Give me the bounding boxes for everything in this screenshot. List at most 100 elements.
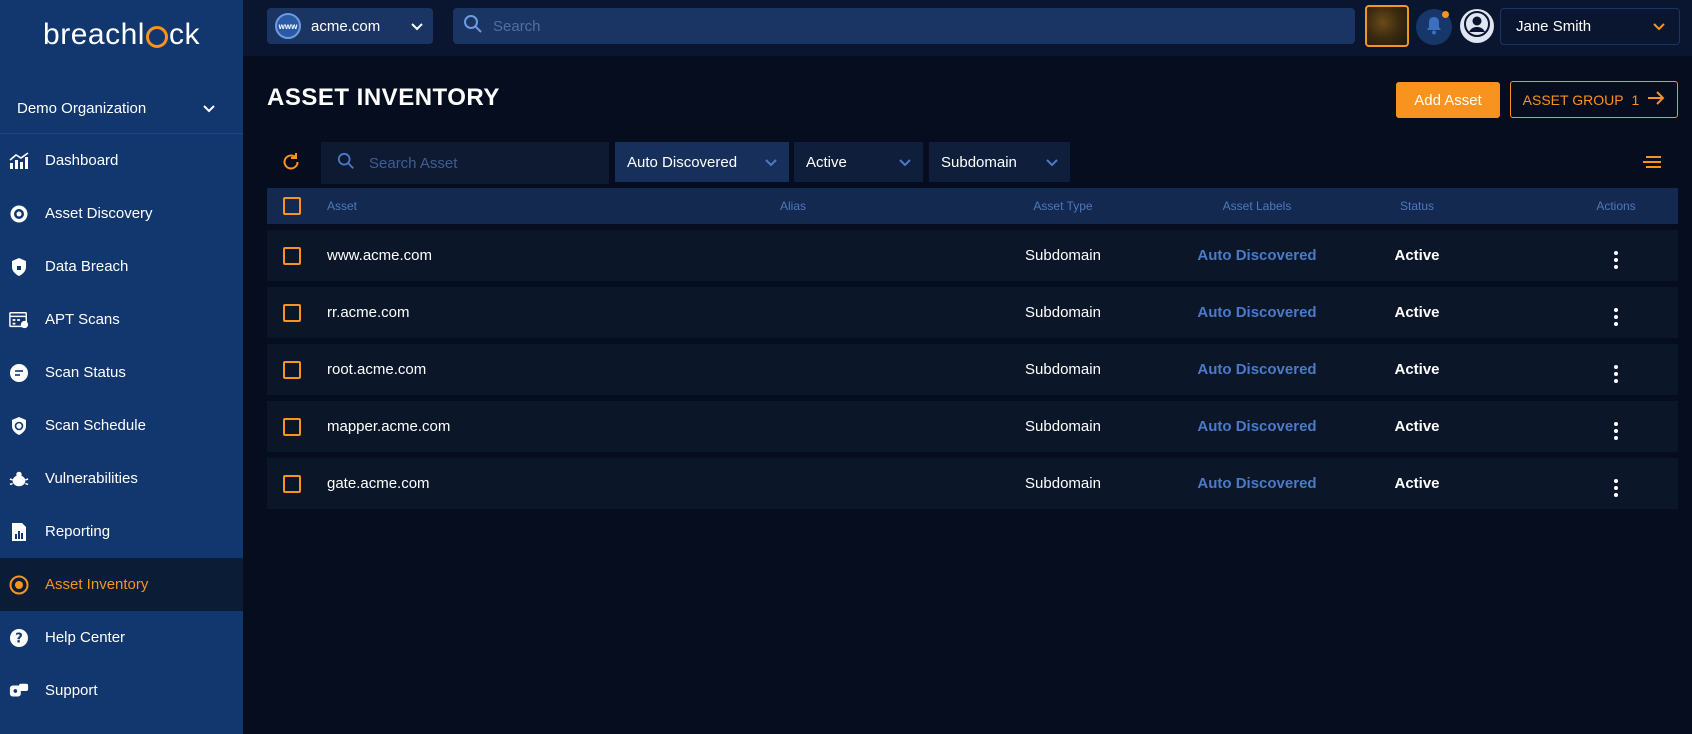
- notifications-button[interactable]: [1416, 9, 1452, 45]
- bug-icon: [9, 469, 29, 489]
- sidebar-nav: Dashboard Asset Discovery Data Breach AP…: [0, 134, 243, 717]
- refresh-icon[interactable]: [281, 152, 301, 177]
- row-checkbox[interactable]: [283, 474, 301, 493]
- inventory-icon: [9, 575, 29, 595]
- header-asset-type[interactable]: Asset Type: [987, 199, 1139, 213]
- asset-name[interactable]: rr.acme.com: [327, 304, 410, 321]
- kebab-menu-icon: [1614, 308, 1618, 326]
- scan-calendar-icon: [9, 310, 29, 330]
- table-row[interactable]: mapper.acme.com Subdomain Auto Discovere…: [267, 401, 1678, 452]
- asset-status: Active: [1394, 418, 1440, 435]
- sidebar-item-asset-inventory[interactable]: Asset Inventory: [0, 558, 243, 611]
- column-settings-icon[interactable]: [1642, 154, 1662, 175]
- header-asset[interactable]: Asset: [327, 199, 357, 213]
- user-menu[interactable]: Jane Smith: [1500, 8, 1680, 45]
- asset-label[interactable]: Auto Discovered: [1167, 475, 1347, 492]
- sidebar-item-apt-scans[interactable]: APT Scans: [0, 293, 243, 346]
- domain-name: acme.com: [311, 17, 381, 35]
- fingerprint-logo-icon: [145, 26, 168, 48]
- sidebar-item-asset-discovery[interactable]: Asset Discovery: [0, 187, 243, 240]
- asset-name[interactable]: www.acme.com: [327, 247, 432, 264]
- sidebar-item-vulnerabilities[interactable]: Vulnerabilities: [0, 452, 243, 505]
- label-filter-value: Auto Discovered: [627, 153, 738, 171]
- row-checkbox[interactable]: [283, 246, 301, 265]
- global-search: [453, 8, 1355, 44]
- row-actions-button[interactable]: [1581, 299, 1651, 326]
- row-actions-button[interactable]: [1581, 413, 1651, 440]
- header-asset-labels[interactable]: Asset Labels: [1167, 199, 1347, 213]
- row-checkbox[interactable]: [283, 360, 301, 379]
- search-icon: [337, 152, 355, 175]
- table-row[interactable]: gate.acme.com Subdomain Auto Discovered …: [267, 458, 1678, 509]
- row-checkbox[interactable]: [283, 417, 301, 436]
- fingerprint-icon[interactable]: [1365, 5, 1409, 47]
- sidebar-item-dashboard[interactable]: Dashboard: [0, 134, 243, 187]
- asset-status: Active: [1394, 304, 1440, 321]
- row-actions-button[interactable]: [1581, 470, 1651, 497]
- sidebar-item-reporting[interactable]: Reporting: [0, 505, 243, 558]
- asset-name[interactable]: mapper.acme.com: [327, 418, 450, 435]
- page-title: ASSET INVENTORY: [267, 84, 500, 111]
- kebab-menu-icon: [1614, 479, 1618, 497]
- sidebar-item-label: Scan Schedule: [45, 417, 146, 434]
- asset-label[interactable]: Auto Discovered: [1167, 304, 1347, 321]
- brand-logo[interactable]: breachl ck: [0, 0, 243, 70]
- asset-status: Active: [1394, 475, 1440, 492]
- header-alias[interactable]: Alias: [780, 199, 806, 213]
- asset-search: [321, 142, 609, 184]
- row-actions-button[interactable]: [1581, 356, 1651, 383]
- table-row[interactable]: root.acme.com Subdomain Auto Discovered …: [267, 344, 1678, 395]
- asset-search-input[interactable]: [369, 154, 589, 172]
- chevron-down-icon: [411, 18, 423, 35]
- asset-label[interactable]: Auto Discovered: [1167, 247, 1347, 264]
- asset-group-button[interactable]: ASSET GROUP 1: [1510, 81, 1678, 118]
- sidebar-item-data-breach[interactable]: Data Breach: [0, 240, 243, 293]
- asset-label[interactable]: Auto Discovered: [1167, 418, 1347, 435]
- type-filter-select[interactable]: Subdomain: [929, 142, 1070, 182]
- sidebar-item-label: Data Breach: [45, 258, 129, 275]
- row-actions-button[interactable]: [1581, 242, 1651, 269]
- asset-group-label: ASSET GROUP: [1522, 91, 1624, 108]
- table-header: Asset Alias Asset Type Asset Labels Stat…: [267, 188, 1678, 224]
- chevron-down-icon: [203, 100, 215, 117]
- status-filter-select[interactable]: Active: [794, 142, 923, 182]
- table-row[interactable]: www.acme.com Subdomain Auto Discovered A…: [267, 230, 1678, 281]
- sidebar: breachl ck Demo Organization Dashboard As…: [0, 0, 243, 734]
- sidebar-item-label: Asset Discovery: [45, 205, 153, 222]
- kebab-menu-icon: [1614, 422, 1618, 440]
- chevron-down-icon: [899, 154, 911, 171]
- organization-name: Demo Organization: [17, 100, 147, 117]
- notification-dot: [1442, 11, 1449, 18]
- help-icon: ?: [9, 628, 29, 648]
- kebab-menu-icon: [1614, 251, 1618, 269]
- global-search-input[interactable]: [493, 17, 1293, 35]
- asset-type: Subdomain: [1025, 247, 1101, 264]
- domain-selector[interactable]: www acme.com: [267, 8, 433, 44]
- sidebar-item-scan-schedule[interactable]: Scan Schedule: [0, 399, 243, 452]
- avatar[interactable]: [1460, 9, 1494, 43]
- table-row[interactable]: rr.acme.com Subdomain Auto Discovered Ac…: [267, 287, 1678, 338]
- sidebar-item-scan-status[interactable]: Scan Status: [0, 346, 243, 399]
- user-icon: [1463, 10, 1491, 43]
- asset-name[interactable]: root.acme.com: [327, 361, 426, 378]
- select-all-checkbox[interactable]: [283, 197, 301, 215]
- svg-text:?: ?: [15, 631, 23, 646]
- add-asset-button[interactable]: Add Asset: [1396, 82, 1500, 118]
- kebab-menu-icon: [1614, 365, 1618, 383]
- sidebar-item-label: Asset Inventory: [45, 576, 149, 593]
- label-filter-select[interactable]: Auto Discovered: [615, 142, 789, 182]
- header-status[interactable]: Status: [1377, 199, 1457, 213]
- type-filter-value: Subdomain: [941, 153, 1017, 171]
- sidebar-item-support[interactable]: Support: [0, 664, 243, 717]
- filter-bar: Auto Discovered Active Subdomain: [267, 142, 1678, 184]
- header-actions: Actions: [1596, 199, 1636, 213]
- asset-name[interactable]: gate.acme.com: [327, 475, 430, 492]
- row-checkbox[interactable]: [283, 303, 301, 322]
- sidebar-item-label: Help Center: [45, 629, 126, 646]
- asset-type: Subdomain: [1025, 304, 1101, 321]
- asset-type: Subdomain: [1025, 418, 1101, 435]
- asset-label[interactable]: Auto Discovered: [1167, 361, 1347, 378]
- organization-selector[interactable]: Demo Organization: [0, 84, 243, 134]
- sidebar-item-help-center[interactable]: ? Help Center: [0, 611, 243, 664]
- asset-type: Subdomain: [1025, 361, 1101, 378]
